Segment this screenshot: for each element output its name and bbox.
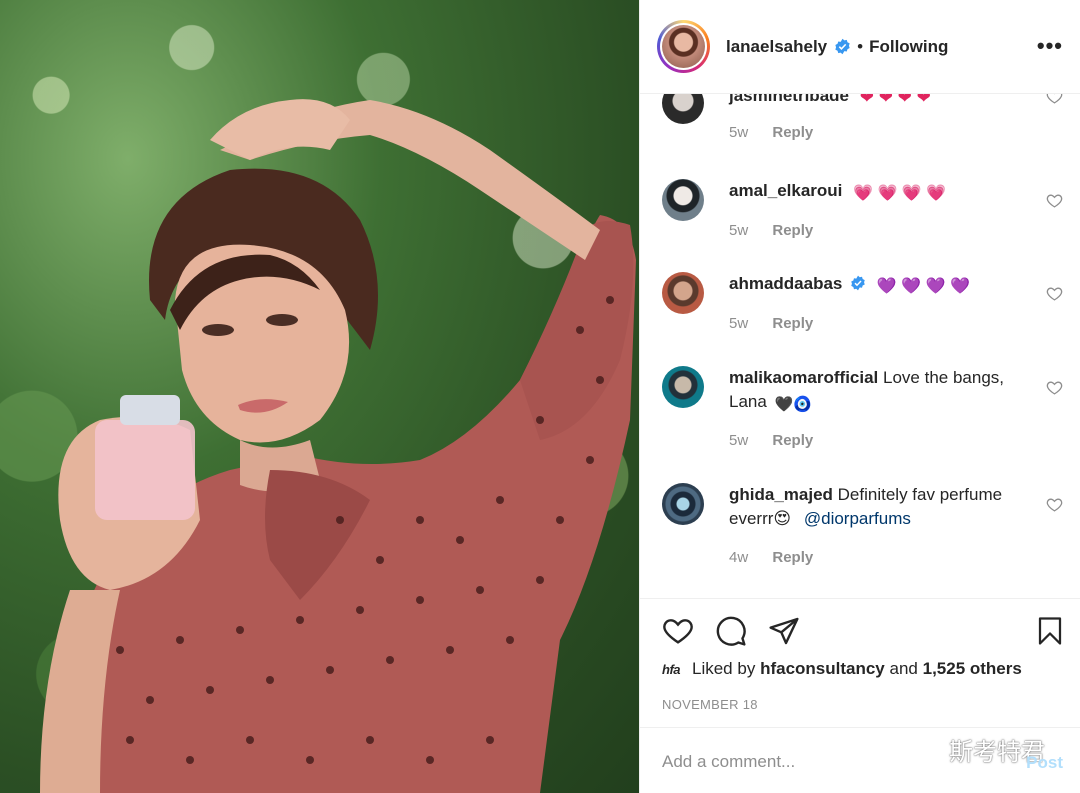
heart-evil-eye-emoji: 🖤🧿 bbox=[774, 396, 812, 413]
hearts-emoji: ❤ ❤ ❤ ❤ bbox=[859, 94, 931, 107]
comment-text: Definitely fav perfume bbox=[837, 485, 1003, 504]
reply-button[interactable]: Reply bbox=[772, 315, 813, 332]
comment-age: 5w bbox=[729, 432, 749, 449]
comment-text-cont: Lana bbox=[729, 392, 767, 411]
reply-button[interactable]: Reply bbox=[772, 222, 813, 239]
like-comment-heart-icon[interactable] bbox=[1046, 94, 1063, 105]
comment-age: 4w bbox=[729, 549, 749, 566]
likes-prefix: Liked by bbox=[692, 659, 756, 678]
comment-username[interactable]: ghida_majed bbox=[729, 485, 833, 504]
woman-with-perfume-illustration bbox=[40, 99, 636, 793]
liker-avatar[interactable]: hfa bbox=[662, 662, 681, 677]
reply-button[interactable]: Reply bbox=[772, 124, 813, 141]
comment-age: 5w bbox=[729, 124, 749, 141]
comment-username[interactable]: amal_elkaroui bbox=[729, 181, 842, 200]
like-comment-heart-icon[interactable] bbox=[1046, 192, 1063, 209]
post-comment-button[interactable]: Post bbox=[1026, 753, 1063, 773]
like-heart-icon[interactable] bbox=[661, 615, 695, 647]
likes-summary: hfa Liked by hfaconsultancy and 1,525 ot… bbox=[662, 659, 1022, 679]
post-photo[interactable] bbox=[0, 0, 639, 793]
like-comment-heart-icon[interactable] bbox=[1046, 379, 1063, 396]
mention-link[interactable]: @diorparfums bbox=[804, 509, 911, 528]
comment-age: 5w bbox=[729, 222, 749, 239]
share-send-icon[interactable] bbox=[768, 615, 800, 647]
reply-button[interactable]: Reply bbox=[772, 432, 813, 449]
verified-badge-icon bbox=[835, 38, 850, 55]
like-comment-heart-icon[interactable] bbox=[1046, 285, 1063, 302]
verified-badge-icon bbox=[851, 275, 865, 291]
comment-text-cont: everrr😍 bbox=[729, 509, 792, 528]
like-comment-heart-icon[interactable] bbox=[1046, 496, 1063, 513]
post-side-panel: lanaelsahely • Following ••• jasminetrib… bbox=[639, 0, 1080, 793]
post-date[interactable]: NOVEMBER 18 bbox=[662, 697, 758, 712]
likes-conj: and bbox=[889, 659, 918, 678]
author-avatar[interactable] bbox=[657, 20, 710, 73]
commenter-avatar[interactable] bbox=[662, 366, 704, 408]
commenter-avatar[interactable] bbox=[662, 483, 704, 525]
post-header: lanaelsahely • Following ••• bbox=[640, 0, 1080, 94]
comments-list[interactable]: jasminetribade ❤ ❤ ❤ ❤ 5w Reply amal_elk… bbox=[640, 94, 1080, 598]
pink-hearts-emoji: 💗 💗 💗 💗 bbox=[853, 185, 947, 202]
post-actions: hfa Liked by hfaconsultancy and 1,525 ot… bbox=[640, 598, 1080, 793]
commenter-avatar[interactable] bbox=[662, 272, 704, 314]
save-bookmark-icon[interactable] bbox=[1035, 615, 1065, 647]
commenter-avatar[interactable] bbox=[662, 179, 704, 221]
comment-age: 5w bbox=[729, 315, 749, 332]
more-options-icon[interactable]: ••• bbox=[1037, 35, 1063, 57]
purple-hearts-emoji: 💜 💜 💜 💜 bbox=[876, 278, 970, 295]
comment-username[interactable]: malikaomarofficial bbox=[729, 368, 878, 387]
author-username[interactable]: lanaelsahely bbox=[726, 37, 827, 57]
wechat-icon bbox=[910, 737, 941, 761]
comment-bubble-icon[interactable] bbox=[715, 615, 747, 647]
liker-username[interactable]: hfaconsultancy bbox=[760, 659, 885, 679]
likes-others-count[interactable]: 1,525 others bbox=[923, 659, 1022, 679]
reply-button[interactable]: Reply bbox=[772, 549, 813, 566]
comment-username[interactable]: ahmaddaabas bbox=[729, 274, 842, 293]
following-button[interactable]: Following bbox=[869, 37, 948, 57]
header-separator: • bbox=[857, 36, 864, 56]
commenter-avatar[interactable] bbox=[662, 94, 704, 124]
wechat-watermark: 斯考特君 bbox=[909, 732, 1045, 767]
comment-username[interactable]: jasminetribade bbox=[729, 94, 849, 105]
add-comment-input[interactable]: Add a comment... bbox=[662, 752, 795, 772]
comment-text: Love the bangs, bbox=[883, 368, 1004, 387]
comment-composer: Add a comment... 斯考特君 Post bbox=[640, 727, 1080, 793]
